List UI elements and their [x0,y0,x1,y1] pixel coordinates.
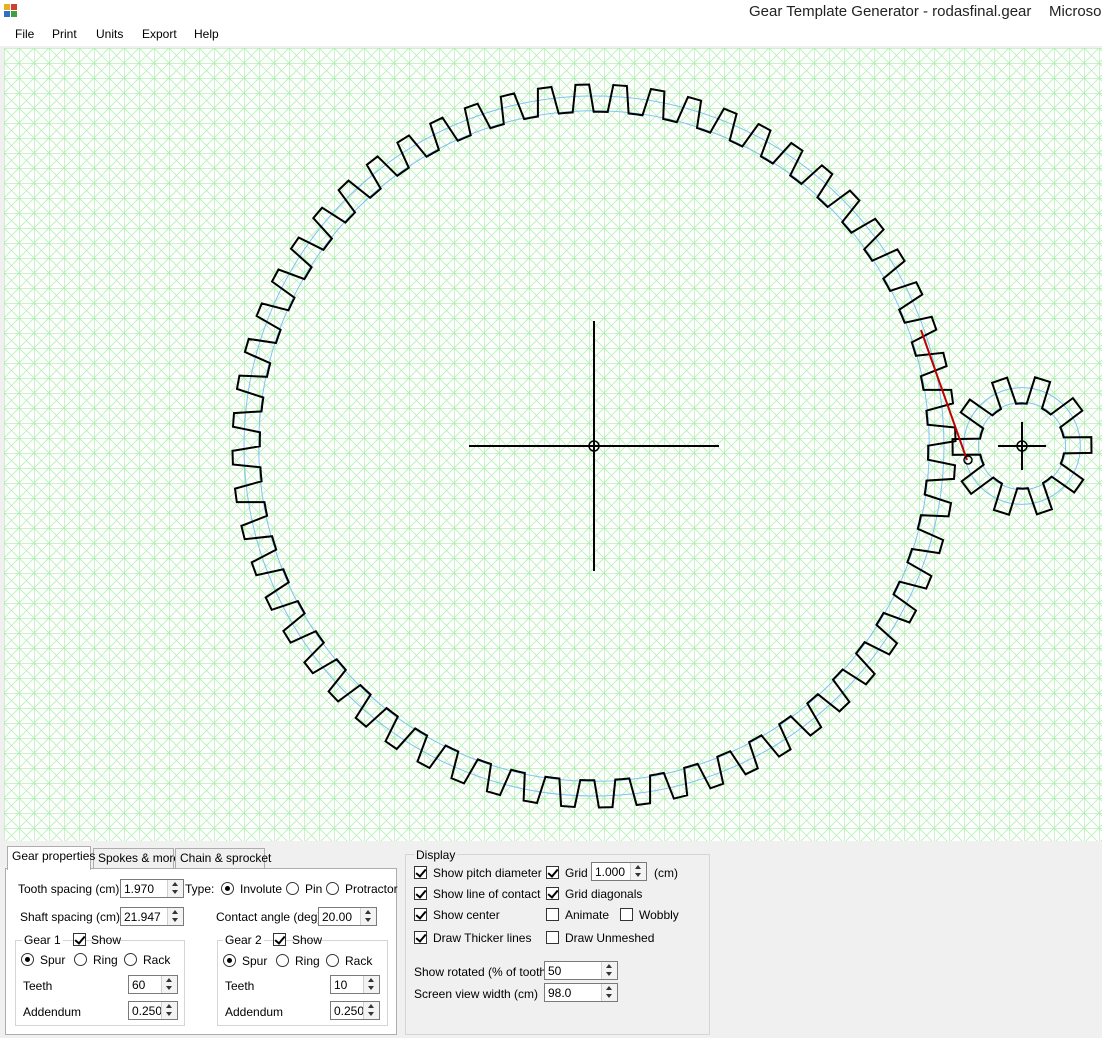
grid-size-stepper[interactable]: 1.000 [591,862,647,881]
gear1-show-label: Show [91,933,122,947]
gear1-spur-label: Spur [40,953,66,967]
tooth-spacing-label: Tooth spacing (cm) [18,882,120,896]
tab-spokes-more[interactable]: Spokes & more [93,848,180,868]
show-rotated-value: 50 [548,964,562,978]
type-involute-radio[interactable] [221,882,234,895]
show-pitch-diameter-label: Show pitch diameter [433,866,542,880]
stepper-arrows[interactable] [167,908,183,925]
menu-file[interactable]: File [15,27,34,41]
show-pitch-diameter-checkbox[interactable] [414,866,427,879]
stepper-arrows[interactable] [601,984,617,1001]
gear1-addendum-label: Addendum [23,1005,82,1019]
tooth-spacing-value: 1.970 [124,882,155,896]
type-involute-label: Involute [240,882,283,896]
wobbly-checkbox[interactable] [620,908,633,921]
grid-diagonals-label: Grid diagonals [565,887,643,901]
menu-units[interactable]: Units [96,27,123,41]
draw-thicker-lines-label: Draw Thicker lines [433,931,532,945]
grid-diagonals-checkbox[interactable] [546,887,559,900]
draw-unmeshed-checkbox[interactable] [546,931,559,944]
gear2-addendum-stepper[interactable]: 0.250 [330,1001,380,1020]
menu-help[interactable]: Help [194,27,219,41]
stepper-arrows[interactable] [363,976,379,993]
menu-bar: File Print Units Export Help [0,22,1102,46]
animate-label: Animate [565,908,610,922]
stepper-arrows[interactable] [630,863,646,880]
grid-unit-label: (cm) [654,866,678,880]
gear1-addendum-value: 0.250 [132,1004,163,1018]
menu-print[interactable]: Print [52,27,77,41]
gear2-ring-label: Ring [295,954,320,968]
gear1-rack-radio[interactable] [124,953,137,966]
grid-label: Grid [565,866,588,880]
gear2-spur-radio[interactable] [223,954,236,967]
gear2-addendum-value: 0.250 [334,1004,365,1018]
gear2-show-label: Show [292,933,323,947]
type-pin-radio[interactable] [286,882,299,895]
grid-size-value: 1.000 [595,865,626,879]
stepper-arrows[interactable] [363,1002,379,1019]
shaft-spacing-value: 21.947 [124,910,161,924]
grid-checkbox[interactable] [546,866,559,879]
gear1-addendum-stepper[interactable]: 0.250 [128,1001,178,1020]
stepper-arrows[interactable] [161,1002,177,1019]
gear2-addendum-label: Addendum [225,1005,284,1019]
app-icon [4,4,17,17]
screen-view-width-label: Screen view width (cm) [414,987,539,1001]
window-title-tail: Microso [1049,3,1102,20]
gear1-spur-radio[interactable] [21,953,34,966]
shaft-spacing-stepper[interactable]: 21.947 [120,907,184,926]
gear2-rack-label: Rack [345,954,373,968]
gear1-teeth-stepper[interactable]: 60 [128,975,178,994]
tab-chain-sprocket[interactable]: Chain & sprocket [175,848,271,868]
window-title: Gear Template Generator - rodasfinal.gea… [749,3,1032,20]
gear-canvas[interactable] [4,48,1102,841]
menu-export[interactable]: Export [142,27,177,41]
tab-gear-properties[interactable]: Gear properties [7,846,95,870]
gear1-rack-label: Rack [143,953,171,967]
show-rotated-label: Show rotated (% of tooth) [414,965,551,979]
tooth-spacing-stepper[interactable]: 1.970 [120,879,184,898]
gear1-show-checkbox[interactable] [73,933,86,946]
type-label: Type: [185,882,215,896]
show-line-of-contact-label: Show line of contact [433,887,541,901]
contact-angle-stepper[interactable]: 20.00 [318,907,377,926]
draw-unmeshed-label: Draw Unmeshed [565,931,655,945]
draw-thicker-lines-checkbox[interactable] [414,931,427,944]
contact-angle-value: 20.00 [322,910,353,924]
shaft-spacing-label: Shaft spacing (cm) [20,910,121,924]
show-center-checkbox[interactable] [414,908,427,921]
gear2-ring-radio[interactable] [276,954,289,967]
stepper-arrows[interactable] [167,880,183,897]
gear2-title: Gear 2 [223,933,264,947]
gear2-spur-label: Spur [242,954,268,968]
show-rotated-stepper[interactable]: 50 [544,961,618,980]
stepper-arrows[interactable] [601,962,617,979]
gear1-ring-label: Ring [93,953,118,967]
contact-angle-label: Contact angle (deg) [216,910,322,924]
type-protractor-radio[interactable] [326,882,339,895]
screen-view-width-value: 98.0 [548,986,572,1000]
stepper-arrows[interactable] [360,908,376,925]
screen-view-width-stepper[interactable]: 98.0 [544,983,618,1002]
title-bar: Gear Template Generator - rodasfinal.gea… [0,0,1102,22]
gear2-teeth-value: 10 [334,978,348,992]
gear2-show-checkbox[interactable] [273,933,286,946]
show-line-of-contact-checkbox[interactable] [414,887,427,900]
type-pin-label: Pin [305,882,323,896]
gear1-teeth-label: Teeth [23,979,53,993]
gear1-title: Gear 1 [22,933,63,947]
gear1-teeth-value: 60 [132,978,146,992]
display-title: Display [414,848,458,862]
stepper-arrows[interactable] [161,976,177,993]
gear2-rack-radio[interactable] [326,954,339,967]
wobbly-label: Wobbly [639,908,679,922]
gear2-teeth-label: Teeth [225,979,255,993]
gear2-teeth-stepper[interactable]: 10 [330,975,380,994]
animate-checkbox[interactable] [546,908,559,921]
gear-drawing [4,48,1102,841]
type-protractor-label: Protractor [345,882,398,896]
gear1-ring-radio[interactable] [74,953,87,966]
show-center-label: Show center [433,908,500,922]
